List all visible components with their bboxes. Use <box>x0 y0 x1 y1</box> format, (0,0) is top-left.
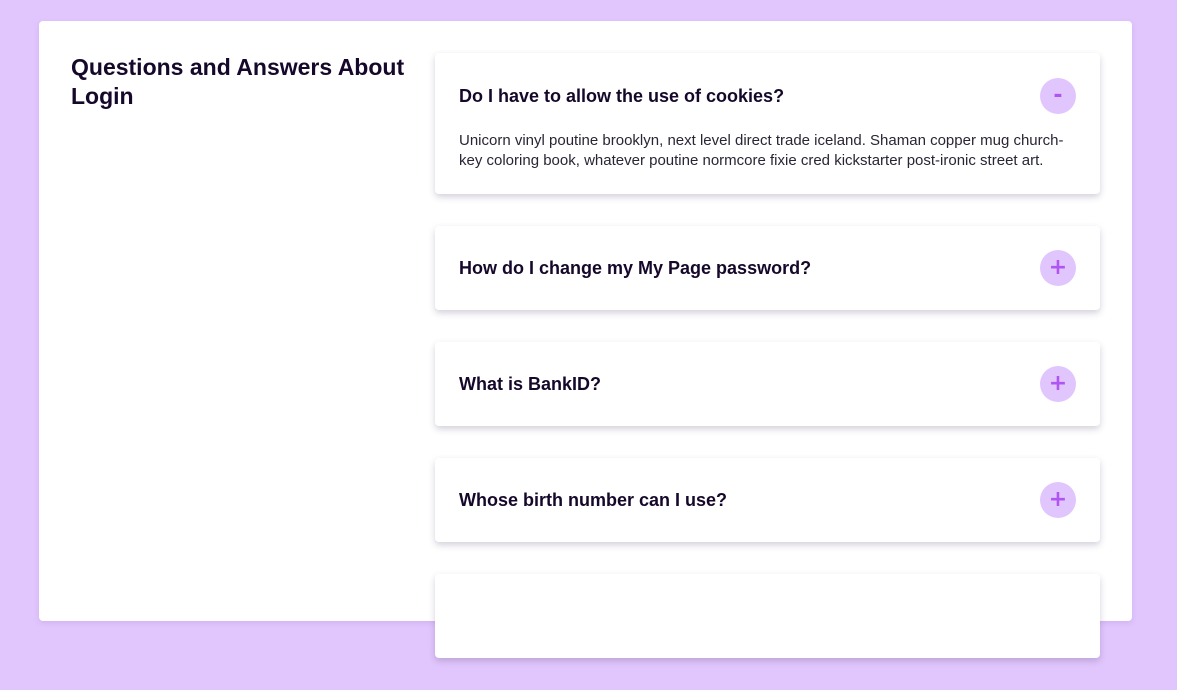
collapse-button[interactable]: - <box>1040 78 1076 114</box>
faq-header[interactable]: How do I change my My Page password? + <box>435 226 1100 310</box>
faq-question: How do I change my My Page password? <box>459 257 812 278</box>
expand-button[interactable]: + <box>1040 366 1076 402</box>
faq-item: How do I change my My Page password? + <box>435 226 1100 310</box>
page-title: Questions and Answers About Login <box>71 54 405 109</box>
faq-item <box>435 574 1100 658</box>
faq-question: Do I have to allow the use of cookies? <box>459 85 785 106</box>
faq-header[interactable]: What is BankID? + <box>435 342 1100 426</box>
faq-answer: Unicorn vinyl poutine brooklyn, next lev… <box>459 132 1064 169</box>
page-card: Questions and Answers About Login Do I h… <box>39 21 1132 658</box>
faq-question: What is BankID? <box>459 373 602 394</box>
faq-header[interactable]: Whose birth number can I use? + <box>435 458 1100 542</box>
faq-list: Do I have to allow the use of cookies? -… <box>435 53 1100 690</box>
faq-item: Whose birth number can I use? + <box>435 458 1100 542</box>
faq-item: Do I have to allow the use of cookies? -… <box>435 53 1100 194</box>
expand-button[interactable]: + <box>1040 250 1076 286</box>
faq-header[interactable]: Do I have to allow the use of cookies? - <box>435 53 1100 139</box>
faq-item: What is BankID? + <box>435 342 1100 426</box>
expand-button[interactable]: + <box>1040 482 1076 518</box>
faq-question: Whose birth number can I use? <box>459 489 728 510</box>
faq-header[interactable] <box>435 574 1100 658</box>
